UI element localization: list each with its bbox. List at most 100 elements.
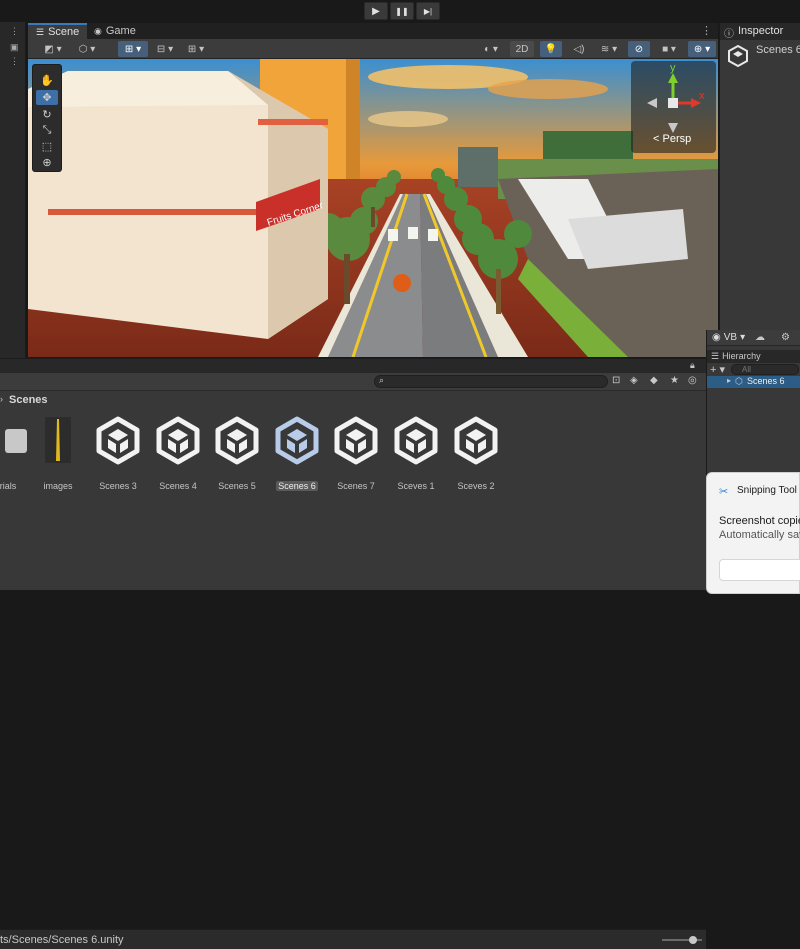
tab-game[interactable]: ◉ Game xyxy=(86,23,144,39)
asset-item[interactable]: Scenes 3 xyxy=(88,415,148,492)
expand-arrow-icon[interactable]: ▸ xyxy=(727,376,731,385)
orientation-gizmo[interactable]: y x < Persp xyxy=(631,61,716,153)
inspector-tab-label: Inspector xyxy=(738,25,784,37)
asset-label: Scenes 4 xyxy=(159,481,197,491)
list-icon: ☰ xyxy=(711,351,720,361)
lock-icon[interactable]: 🔒︎ xyxy=(690,360,695,371)
filter-icon[interactable]: ⊡ xyxy=(612,375,620,386)
status-bar: ts/Scenes/Scenes 6.unity xyxy=(0,929,706,949)
layout-icon[interactable]: ▣ xyxy=(10,42,22,52)
more-options-icon[interactable]: ⋮ xyxy=(10,56,22,66)
hand-tool-icon[interactable]: ✋ xyxy=(36,73,58,88)
asset-item[interactable]: Scenes 5 xyxy=(207,415,267,492)
label-icon[interactable]: ◆ xyxy=(650,375,658,386)
more-options-icon[interactable]: ⋮ xyxy=(701,24,712,37)
persp-label[interactable]: < Persp xyxy=(653,133,691,145)
asset-label: Sceves 1 xyxy=(397,481,435,491)
effects-dropdown[interactable]: ≋ ▾ xyxy=(594,41,624,57)
notification-app-name: Snipping Tool xyxy=(737,485,797,496)
scene-toolbar: ◩ ▾ ⬡ ▾ ⊞ ▾ ⊟ ▾ ⊞ ▾ ◐ ▾ 2D 💡 ◁) ≋ ▾ ⊘ ■ … xyxy=(28,39,718,59)
hierarchy-item-label: Scenes 6 xyxy=(747,376,785,386)
notification-subtitle: Automatically sav xyxy=(719,529,800,541)
asset-item[interactable]: Scenes 7 xyxy=(326,415,386,492)
audio-toggle[interactable]: ◁) xyxy=(568,41,590,57)
transform-tool-icon[interactable]: ⊕ xyxy=(36,155,58,170)
unity-scene-icon xyxy=(275,416,319,465)
asset-path: ts/Scenes/Scenes 6.unity xyxy=(0,934,124,946)
render-mode-dropdown[interactable]: ◐ ▾ xyxy=(478,41,504,57)
scale-tool-icon[interactable]: ⤡ xyxy=(36,123,58,138)
breadcrumb-item[interactable]: Scenes xyxy=(9,394,48,406)
chevron-right-icon: › xyxy=(0,394,3,404)
asset-label: Scenes 6 xyxy=(276,481,318,491)
left-panel-strip: ⋮ ▣ ⋮ xyxy=(0,22,26,358)
snipping-tool-notification[interactable]: ✂ Snipping Tool Screenshot copie Automat… xyxy=(706,472,800,594)
grid-dropdown[interactable]: ⊞ ▾ xyxy=(182,41,210,57)
tab-scene[interactable]: ☰ Scene xyxy=(28,23,88,39)
y-axis-label: y xyxy=(670,62,676,74)
draw-mode-dropdown[interactable]: ◩ ▾ xyxy=(38,41,68,57)
asset-grid: rials images Scenes 3 Scenes 4 Scenes 5 Scene… xyxy=(0,411,706,541)
asset-item[interactable]: Sceves 2 xyxy=(446,415,506,492)
asset-label: Scenes 7 xyxy=(337,481,375,491)
tab-label: Game xyxy=(105,25,136,37)
project-panel: 🔒︎ ⌕ ⊡ ◈ ◆ ★ ◎ › Scenes rials images Scene… xyxy=(0,358,706,949)
play-button[interactable]: ▶ xyxy=(364,2,388,20)
unity-scene-icon xyxy=(156,416,200,465)
scene-viewport[interactable]: Fruits Corner xyxy=(28,59,718,357)
tab-label: Scene xyxy=(48,26,80,38)
rotate-tool-icon[interactable]: ↻ xyxy=(36,107,58,122)
project-tab-bar: 🔒︎ xyxy=(0,359,706,373)
mode-2d-toggle[interactable]: 2D xyxy=(510,41,534,57)
game-icon: ◉ xyxy=(94,26,102,36)
scissors-icon: ✂ xyxy=(719,486,729,498)
rect-tool-icon[interactable]: ⬚ xyxy=(36,139,58,154)
account-dropdown[interactable]: ◉ VB ▾ xyxy=(712,332,745,343)
zoom-slider[interactable] xyxy=(662,936,702,944)
move-tool-icon[interactable]: ✥ xyxy=(36,90,58,105)
camera-dropdown[interactable]: ■ ▾ xyxy=(654,41,684,57)
asset-item[interactable]: Scenes 4 xyxy=(148,415,208,492)
hierarchy-panel: ◉ VB ▾ ☁ ⚙ ☰ Hierarchy + ▾ ▸ ⬡ Scenes 6 xyxy=(706,330,800,480)
hierarchy-tab[interactable]: ☰ Hierarchy xyxy=(711,351,761,362)
step-button[interactable]: ▶| xyxy=(416,2,440,20)
hierarchy-tab-label: Hierarchy xyxy=(722,351,761,361)
inspector-panel: ⓘ Inspector Scenes 6 xyxy=(719,23,800,353)
project-search-input[interactable]: ⌕ xyxy=(374,375,608,388)
unity-scene-icon xyxy=(215,416,259,465)
cloud-icon[interactable]: ☁ xyxy=(755,332,765,343)
notification-action-button[interactable] xyxy=(719,559,800,581)
inspector-object-name: Scenes 6 xyxy=(756,44,800,56)
gizmos-dropdown[interactable]: ⊕ ▾ xyxy=(688,41,716,57)
project-search-bar: ⌕ ⊡ ◈ ◆ ★ ◎ xyxy=(0,373,706,391)
shading-dropdown[interactable]: ⬡ ▾ xyxy=(72,41,102,57)
add-button[interactable]: + ▾ xyxy=(710,363,725,376)
snap-dropdown[interactable]: ⊟ ▾ xyxy=(152,41,178,57)
chevron-down-icon: ▾ xyxy=(740,332,746,343)
asset-item[interactable]: images xyxy=(28,415,88,492)
notification-title: Screenshot copie xyxy=(719,515,800,527)
star-icon[interactable]: ★ xyxy=(670,375,679,386)
asset-item[interactable]: Sceves 1 xyxy=(386,415,446,492)
visibility-toggle[interactable]: ⊘ xyxy=(628,41,650,57)
hierarchy-item[interactable]: ▸ ⬡ Scenes 6 xyxy=(707,376,800,388)
hierarchy-search-input[interactable] xyxy=(731,364,799,375)
type-filter-icon[interactable]: ◈ xyxy=(630,375,638,386)
unity-scene-icon xyxy=(454,416,498,465)
move-gizmo-dropdown[interactable]: ⊞ ▾ xyxy=(118,41,148,57)
more-options-icon[interactable]: ⋮ xyxy=(10,26,22,36)
unity-scene-icon xyxy=(394,416,438,465)
gear-icon[interactable]: ⚙ xyxy=(781,332,790,343)
eye-icon[interactable]: ◎ xyxy=(688,375,697,386)
folder-icon xyxy=(5,429,27,453)
lighting-toggle[interactable]: 💡 xyxy=(540,41,562,57)
asset-item[interactable]: Scenes 6 xyxy=(267,415,327,492)
asset-label: rials xyxy=(0,481,17,491)
pause-button[interactable]: ❚❚ xyxy=(390,2,414,20)
x-axis-label: x xyxy=(699,90,705,102)
inspector-tab[interactable]: ⓘ Inspector xyxy=(720,23,800,40)
info-icon: ⓘ xyxy=(724,29,734,40)
asset-label: Sceves 2 xyxy=(457,481,495,491)
persp-text: Persp xyxy=(662,133,692,145)
zoom-slider-thumb[interactable] xyxy=(688,936,697,944)
